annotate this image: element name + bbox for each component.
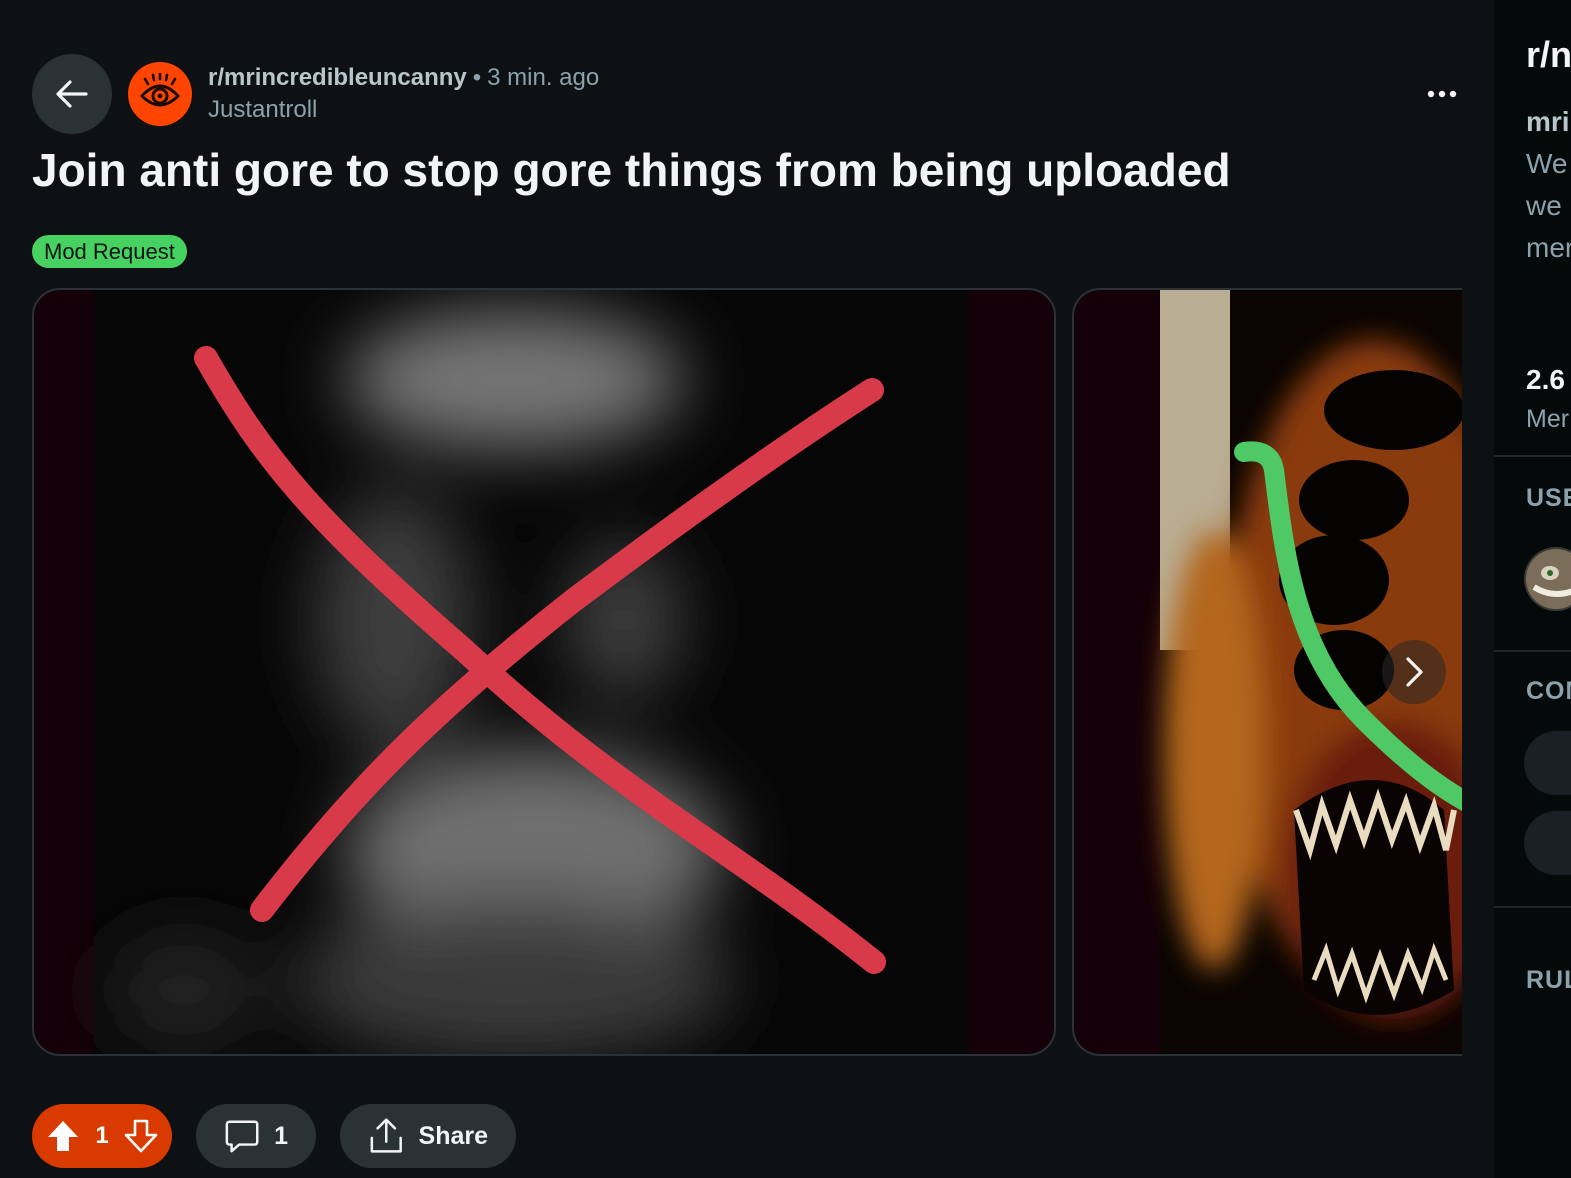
share-button[interactable]: Share	[340, 1104, 516, 1168]
sidebar-description-line: we	[1526, 190, 1562, 221]
comments-button[interactable]: 1	[196, 1104, 316, 1168]
subreddit-link[interactable]: r/mrincredibleuncanny	[208, 64, 467, 91]
sidebar-section-rules: RUL	[1526, 966, 1571, 994]
upvote-icon[interactable]	[46, 1119, 80, 1153]
community-sidebar: r/n mri We we mer 2.6 Mer USE COM RUL	[1494, 0, 1571, 1178]
author-link[interactable]: Justantroll	[208, 94, 599, 126]
back-button[interactable]	[32, 54, 112, 134]
post-actions: 1 1 Share	[32, 1104, 516, 1168]
user-flair-avatar[interactable]	[1524, 547, 1571, 611]
more-options-button[interactable]	[1412, 72, 1472, 116]
subreddit-avatar[interactable]	[128, 62, 192, 126]
sidebar-member-count: 2.6	[1526, 364, 1565, 395]
post-detail: r/mrincredibleuncanny • 3 min. ago Justant…	[0, 0, 1494, 1178]
more-options-icon	[1427, 90, 1457, 98]
share-label: Share	[418, 1121, 488, 1150]
subreddit-eye-icon	[139, 72, 181, 107]
image-gallery[interactable]	[32, 288, 1462, 1056]
post-flair[interactable]: Mod Request	[32, 235, 187, 268]
sidebar-description-line: mer	[1526, 232, 1571, 263]
meta-separator: •	[472, 64, 482, 91]
sidebar-community-button[interactable]	[1524, 731, 1571, 795]
gallery-image-1[interactable]	[32, 288, 1056, 1056]
sidebar-divider	[1494, 455, 1571, 457]
sidebar-divider	[1494, 650, 1571, 652]
sidebar-section-community: COM	[1526, 677, 1571, 705]
back-arrow-icon	[56, 80, 88, 108]
comment-icon	[225, 1120, 259, 1153]
sidebar-community-title[interactable]: r/n	[1526, 34, 1571, 76]
sidebar-description-line: We	[1526, 148, 1568, 179]
post-meta: r/mrincredibleuncanny • 3 min. ago Justant…	[208, 62, 599, 126]
downvote-icon[interactable]	[124, 1119, 158, 1153]
comment-count: 1	[274, 1121, 288, 1150]
next-chevron-icon	[1406, 657, 1423, 687]
sidebar-member-label: Mer	[1526, 405, 1570, 433]
post-time: 3 min. ago	[487, 64, 600, 91]
share-icon	[370, 1118, 402, 1153]
post-title: Join anti gore to stop gore things from …	[32, 144, 1231, 196]
sidebar-section-user-flair: USE	[1526, 484, 1571, 512]
gallery-next-button[interactable]	[1382, 640, 1446, 704]
sidebar-divider	[1494, 906, 1571, 908]
vote-count: 1	[95, 1122, 109, 1149]
sidebar-community-name: mri	[1526, 106, 1570, 137]
vote-pill: 1	[32, 1104, 172, 1168]
sidebar-community-button[interactable]	[1524, 811, 1571, 875]
